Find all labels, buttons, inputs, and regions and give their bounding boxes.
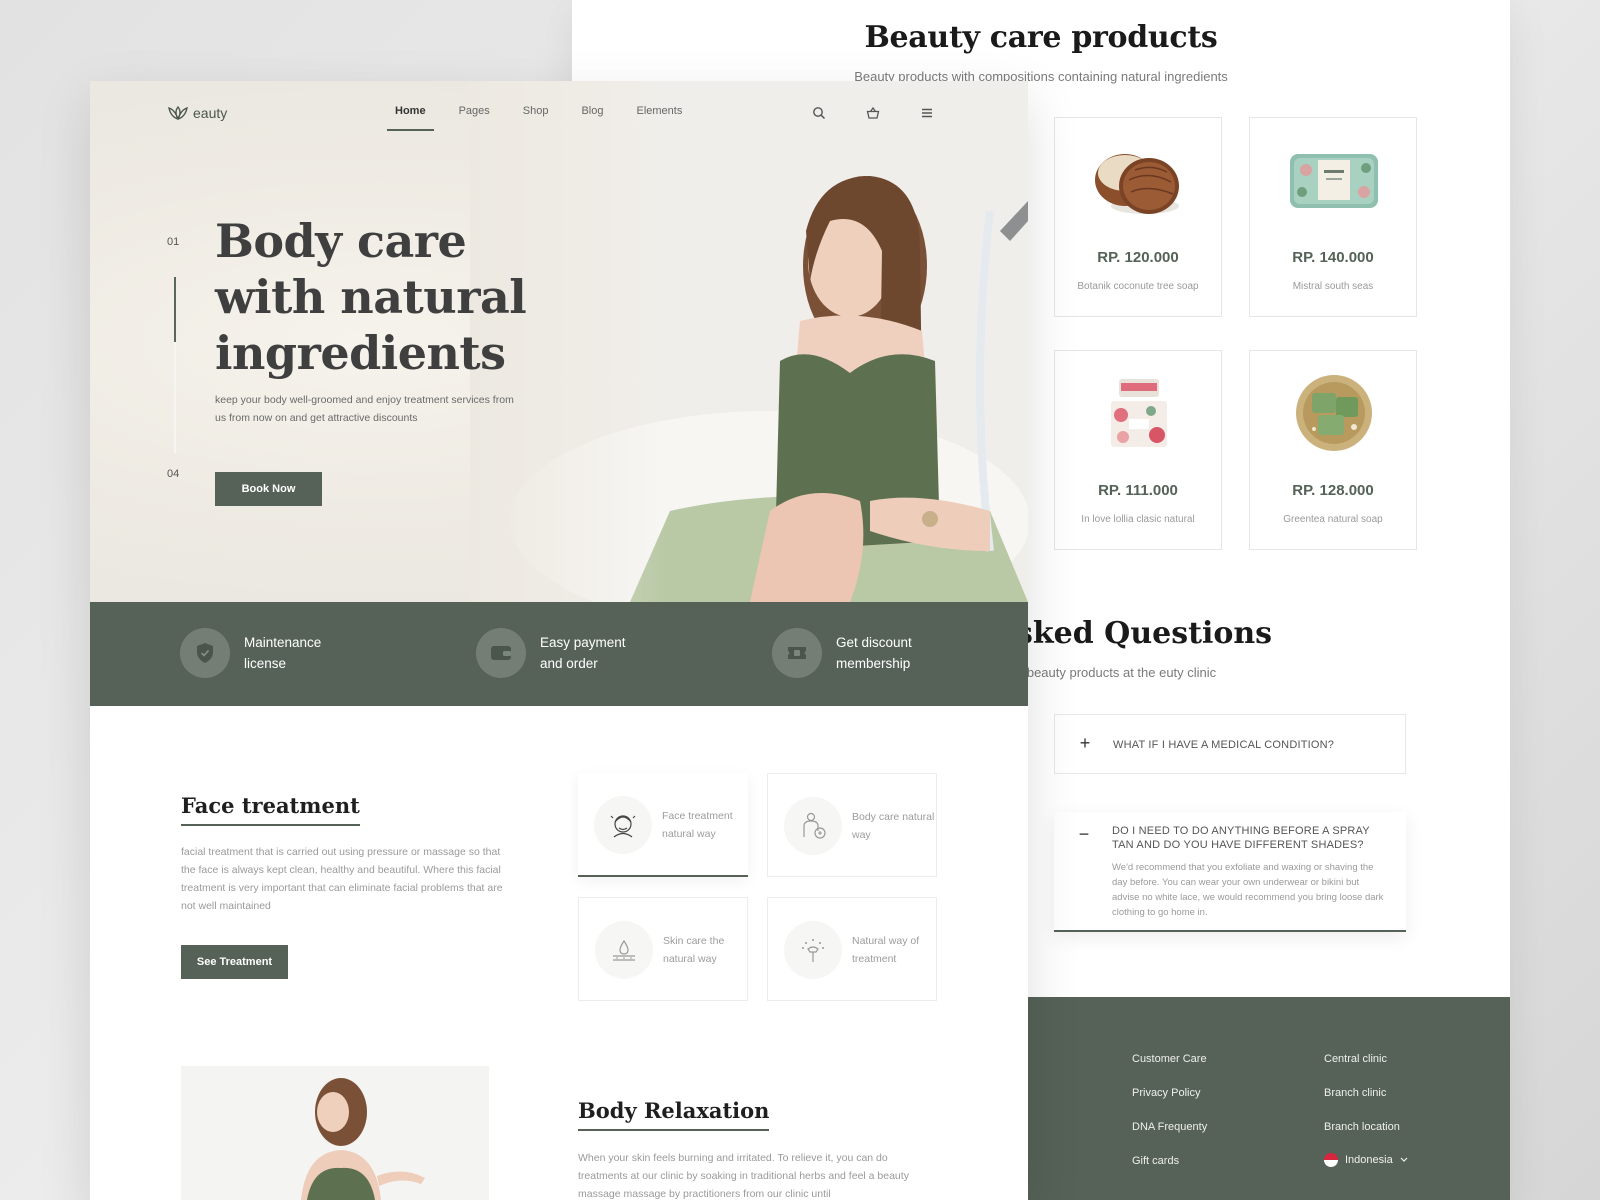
logo[interactable]: eauty (167, 105, 227, 121)
cream-jar-image (1111, 379, 1167, 447)
boxed-soap-image (1290, 154, 1378, 208)
treatment-label: Face treatment natural way (662, 810, 733, 840)
faq-section-title: sked Questions (1016, 616, 1273, 651)
features-bar: Maintenance license Easy payment and ord… (90, 602, 1028, 706)
treatment-card[interactable]: Natural way of treatment (767, 897, 937, 1001)
main-nav: Home Pages Shop Blog Elements (387, 105, 715, 131)
product-price: RP. 128.000 (1292, 482, 1374, 499)
faq-answer: We'd recommend that you exfoliate and wa… (1112, 862, 1384, 918)
product-card[interactable]: RP. 128.000 Greentea natural soap (1249, 350, 1417, 550)
indonesia-flag-icon (1324, 1153, 1338, 1167)
footer-link[interactable]: Branch clinic (1324, 1087, 1386, 1099)
basket-icon[interactable] (866, 106, 880, 120)
treatment-icon-circle (784, 797, 842, 855)
slide-progress-fill (174, 277, 176, 342)
feature-icon-circle (772, 628, 822, 678)
treatment-card[interactable]: Face treatment natural way (578, 773, 748, 877)
product-name: Mistral south seas (1292, 281, 1374, 292)
coconut-soap-image (1095, 154, 1179, 214)
slide-counter-start: 01 (167, 236, 180, 248)
product-name: In love lollia clasic natural (1081, 514, 1195, 525)
nav-item-home[interactable]: Home (387, 105, 434, 131)
footer-link[interactable]: Branch location (1324, 1121, 1400, 1133)
footer-link[interactable]: DNA Frequenty (1132, 1121, 1207, 1133)
hero-description: keep your body well-groomed and enjoy tr… (215, 394, 514, 424)
faq-question: DO I NEED TO DO ANYTHING BEFORE A SPRAY … (1112, 825, 1370, 851)
product-price: RP. 111.000 (1098, 482, 1178, 499)
footer-link[interactable]: Privacy Policy (1132, 1087, 1200, 1099)
feature-item: Easy payment and order (476, 628, 640, 678)
greentea-soap-image (1296, 375, 1372, 451)
products-section-title: Beauty care products (864, 20, 1218, 55)
nav-item-elements[interactable]: Elements (637, 105, 683, 131)
slide-counter-end: 04 (167, 468, 180, 480)
treatment-icon-circle (784, 921, 842, 979)
faq-question: WHAT IF I HAVE A MEDICAL CONDITION? (1113, 739, 1335, 751)
faq-item-collapsed[interactable]: + WHAT IF I HAVE A MEDICAL CONDITION? (1054, 714, 1406, 774)
face-icon (610, 815, 636, 838)
spray-icon (802, 939, 824, 962)
feature-label: Get discount membership (836, 635, 912, 671)
minus-icon[interactable]: − (1076, 824, 1092, 845)
product-name: Botanik coconute tree soap (1077, 281, 1199, 292)
faq-item-expanded[interactable]: − DO I NEED TO DO ANYTHING BEFORE A SPRA… (1054, 812, 1406, 932)
ticket-icon (788, 647, 806, 659)
face-treatment-title: Face treatment (181, 793, 360, 826)
treatment-icon-circle (595, 921, 653, 979)
menu-icon[interactable] (920, 106, 934, 120)
nav-item-shop[interactable]: Shop (523, 105, 549, 131)
wallet-icon (491, 646, 511, 660)
treatment-label: Body care natural way (852, 811, 935, 841)
woman-relaxation-image (181, 1066, 489, 1200)
treatment-label: Skin care the natural way (663, 935, 725, 965)
footer-link[interactable]: Central clinic (1324, 1053, 1387, 1065)
lotus-logo-icon (168, 106, 188, 120)
treatment-label: Natural way of treatment (852, 935, 920, 965)
feature-label: Maintenance license (244, 635, 322, 671)
nav-item-blog[interactable]: Blog (581, 105, 603, 131)
see-treatment-button[interactable]: See Treatment (181, 945, 288, 979)
body-relaxation-title: Body Relaxation (578, 1098, 770, 1131)
feature-label: Easy payment and order (540, 635, 626, 671)
chevron-down-icon (1400, 1157, 1408, 1162)
shield-icon (197, 643, 213, 663)
search-icon[interactable] (812, 106, 826, 120)
product-card[interactable]: RP. 140.000 Mistral south seas (1249, 117, 1417, 317)
feature-icon-circle (180, 628, 230, 678)
body-relaxation-description: When your skin feels burning and irritat… (578, 1152, 909, 1200)
feature-item: Get discount membership (772, 628, 936, 678)
slide-progress-track[interactable] (174, 277, 176, 453)
footer-link[interactable]: Gift cards (1132, 1155, 1179, 1167)
body-care-icon (803, 812, 826, 839)
product-card[interactable]: RP. 111.000 In love lollia clasic natura… (1054, 350, 1222, 550)
product-price: RP. 140.000 (1292, 249, 1374, 266)
product-card[interactable]: RP. 120.000 Botanik coconute tree soap (1054, 117, 1222, 317)
woman-bath-hero-image (470, 81, 1028, 602)
faq-section-subtitle: d beauty products at the euty clinic (1016, 665, 1217, 680)
product-name: Greentea natural soap (1283, 514, 1383, 525)
feature-icon-circle (476, 628, 526, 678)
language-select[interactable]: Indonesia (1324, 1153, 1408, 1167)
hero-section: eauty Home Pages Shop Blog Elements 01 0… (90, 81, 1028, 602)
footer-link[interactable]: Customer Care (1132, 1053, 1207, 1065)
skin-drop-icon (613, 939, 635, 961)
treatment-card[interactable]: Body care natural way (767, 773, 937, 877)
plus-icon[interactable]: + (1077, 733, 1093, 754)
book-now-button[interactable]: Book Now (215, 472, 322, 506)
logo-text: eauty (193, 105, 228, 121)
treatment-icon-circle (594, 796, 652, 854)
feature-item: Maintenance license (180, 628, 344, 678)
home-page: eauty Home Pages Shop Blog Elements 01 0… (90, 81, 1028, 1200)
face-treatment-description: facial treatment that is carried out usi… (181, 846, 503, 912)
hero-title: Body care with natural ingredients (215, 214, 527, 380)
treatment-card[interactable]: Skin care the natural way (578, 897, 748, 1001)
language-label: Indonesia (1345, 1154, 1393, 1166)
nav-item-pages[interactable]: Pages (459, 105, 490, 131)
product-price: RP. 120.000 (1097, 249, 1179, 266)
